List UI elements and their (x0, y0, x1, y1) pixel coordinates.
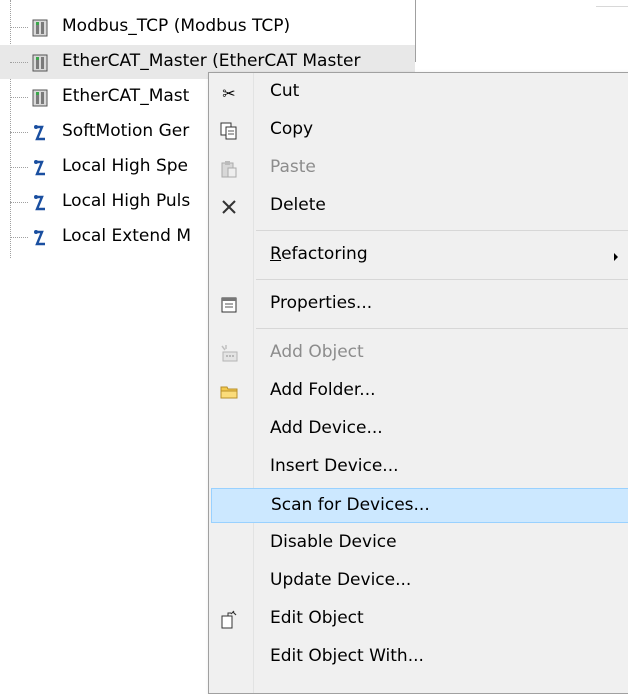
paste-icon (221, 161, 237, 178)
add-object-icon (221, 345, 238, 362)
menu-item-label: Paste (270, 157, 316, 177)
menu-item-label: Update Device... (270, 570, 412, 590)
properties-icon (221, 297, 237, 313)
menu-item-label: Refactoring (270, 244, 368, 264)
edit-object-icon (221, 610, 237, 629)
menu-item-label: Scan for Devices... (271, 495, 430, 515)
copy-icon (220, 122, 237, 140)
menu-item-disable-device[interactable]: Disable Device (211, 526, 628, 561)
axis-icon (34, 230, 45, 246)
pane-divider (415, 0, 416, 62)
scissors-icon: ✂ (222, 83, 236, 103)
menu-item-label: Delete (270, 195, 326, 215)
device-icon (32, 19, 48, 37)
menu-item-label: Insert Device... (270, 456, 399, 476)
menu-separator (256, 279, 628, 280)
menu-item-edit-object[interactable]: Edit Object (211, 602, 628, 637)
tree-item[interactable]: Modbus_TCP (Modbus TCP) (0, 10, 415, 44)
menu-item-scan-for-devices[interactable]: Scan for Devices... (211, 488, 628, 523)
menu-item-label: Cut (270, 81, 300, 101)
menu-item-paste[interactable]: Paste (211, 151, 628, 186)
menu-item-label: Add Object (270, 342, 364, 362)
menu-separator (256, 230, 628, 231)
menu-item-add-folder[interactable]: Add Folder... (211, 374, 628, 409)
menu-item-label: Edit Object (270, 608, 364, 628)
menu-item-label: Copy (270, 119, 314, 139)
menu-item-label: Add Device... (270, 418, 383, 438)
menu-separator (256, 328, 628, 329)
axis-icon (34, 125, 45, 141)
device-icon (32, 54, 48, 72)
menu-item-add-object[interactable]: Add Object (211, 336, 628, 371)
menu-item-copy[interactable]: Copy (211, 113, 628, 148)
menu-item-insert-device[interactable]: Insert Device... (211, 450, 628, 485)
menu-item-update-device[interactable]: Update Device... (211, 564, 628, 599)
context-menu: ✂ Cut Copy Paste Delete Refactoring Prop… (208, 72, 628, 694)
menu-item-label: Disable Device (270, 532, 397, 552)
tree-item-label: SoftMotion Ger (62, 121, 190, 141)
device-icon (32, 89, 48, 107)
folder-icon (220, 386, 238, 399)
menu-item-cut[interactable]: ✂ Cut (211, 75, 628, 110)
tree-item-label: Local High Spe (62, 156, 188, 176)
menu-item-properties[interactable]: Properties... (211, 287, 628, 322)
tree-item-label: Local High Puls (62, 191, 191, 211)
menu-item-refactoring[interactable]: Refactoring (211, 238, 628, 273)
tree-item-label: EtherCAT_Mast (62, 86, 190, 106)
menu-item-edit-object-with[interactable]: Edit Object With... (211, 640, 628, 675)
tree-item-label: Local Extend M (62, 226, 192, 246)
menu-item-label: Edit Object With... (270, 646, 424, 666)
menu-item-label: Properties... (270, 293, 373, 313)
submenu-arrow-icon (614, 253, 618, 261)
menu-item-add-device[interactable]: Add Device... (211, 412, 628, 447)
menu-item-label: Add Folder... (270, 380, 376, 400)
tree-item-label: Modbus_TCP (Modbus TCP) (62, 16, 291, 36)
delete-icon (222, 200, 236, 214)
axis-icon (34, 160, 45, 176)
axis-icon (34, 195, 45, 211)
pane-edge (596, 6, 628, 7)
menu-item-delete[interactable]: Delete (211, 189, 628, 224)
tree-item-label: EtherCAT_Master (EtherCAT Master (62, 51, 361, 71)
